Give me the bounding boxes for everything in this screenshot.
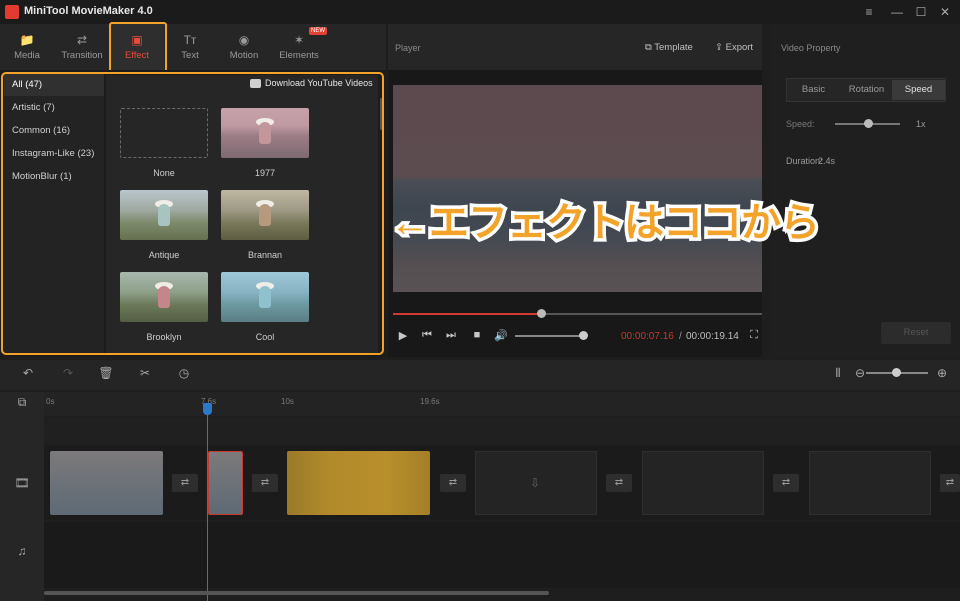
new-badge: NEW <box>309 27 327 35</box>
tab-basic[interactable]: Basic <box>787 80 840 100</box>
speed-value: 1x <box>916 119 926 129</box>
tool-transition[interactable]: ⇄ Transition <box>55 24 109 70</box>
reset-button[interactable]: Reset <box>881 322 951 344</box>
export-label: Export <box>725 42 754 53</box>
close-button[interactable]: ✕ <box>936 3 954 21</box>
volume-handle[interactable] <box>579 331 588 340</box>
export-icon: ⇪ <box>715 42 726 53</box>
text-icon: Tт <box>183 33 197 47</box>
ruler-tick: 19.6s <box>420 397 440 406</box>
tool-media[interactable]: 📁 Media <box>0 24 54 70</box>
transition-slot[interactable]: ⇄ <box>172 474 198 492</box>
transition-icon: ⇄ <box>76 33 88 47</box>
empty-clip-slot[interactable] <box>642 451 764 515</box>
timeline-scrollbar[interactable] <box>44 591 549 595</box>
stop-icon[interactable]: ■ <box>470 329 484 341</box>
previous-frame-icon[interactable]: ⏮ <box>420 329 434 342</box>
tool-media-label: Media <box>14 50 40 61</box>
tool-motion-label: Motion <box>229 50 259 61</box>
timeline-clip[interactable] <box>50 451 163 515</box>
fullscreen-icon[interactable]: ⛶ <box>747 329 761 342</box>
elements-icon: ✶ <box>293 33 305 47</box>
play-icon[interactable]: ▶ <box>396 329 410 342</box>
empty-clip-slot[interactable]: ⇩ <box>475 451 597 515</box>
tab-speed[interactable]: Speed <box>892 80 945 100</box>
empty-clip-slot[interactable] <box>809 451 931 515</box>
track-header-column <box>0 392 44 601</box>
speed-label: Speed: <box>786 119 815 129</box>
delete-icon[interactable]: 🗑 <box>98 366 114 380</box>
annotation-text: ←エフェクトはココから <box>387 198 824 249</box>
tool-elements-label: Elements <box>279 50 319 61</box>
transition-slot[interactable]: ⇄ <box>440 474 466 492</box>
zoom-in-icon[interactable]: ⊕ <box>934 366 950 380</box>
template-icon: ⧉ <box>645 42 655 53</box>
motion-icon: ◉ <box>238 33 250 47</box>
tool-motion[interactable]: ◉ Motion <box>217 24 271 70</box>
minimize-button[interactable]: — <box>888 3 906 21</box>
transition-slot[interactable]: ⇄ <box>940 474 960 492</box>
video-track-icon: 🎞 <box>14 476 30 490</box>
undo-icon[interactable]: ↶ <box>20 366 36 380</box>
volume-icon[interactable]: 🔊 <box>494 329 508 342</box>
progress-handle[interactable] <box>536 309 546 318</box>
audio-track <box>44 522 960 588</box>
effect-tab-highlight <box>109 22 167 73</box>
effect-panel-highlight <box>1 72 384 355</box>
ruler-tick: 10s <box>281 397 294 406</box>
volume-slider[interactable] <box>515 335 585 337</box>
time-separator: / <box>679 331 682 342</box>
timeline-clip-selected[interactable] <box>208 451 243 515</box>
progress-fill <box>393 313 541 315</box>
export-button[interactable]: ⇪ Export <box>715 42 753 53</box>
playhead-handle[interactable] <box>203 403 212 415</box>
split-icon[interactable]: ✂ <box>137 366 153 380</box>
app-title: MiniTool MovieMaker 4.0 <box>24 5 153 17</box>
add-track-icon[interactable]: ⧉ <box>14 395 30 410</box>
fit-timeline-icon[interactable]: ⦀ <box>830 366 846 381</box>
menu-icon[interactable]: ≡ <box>860 3 878 21</box>
total-time: 00:00:19.14 <box>686 331 739 342</box>
current-time: 00:00:07.16 <box>621 331 674 342</box>
video-preview <box>393 85 762 292</box>
crop-icon[interactable]: ◷ <box>176 366 192 380</box>
template-label: Template <box>654 42 693 53</box>
app-logo <box>5 5 19 19</box>
playhead-line <box>207 404 208 601</box>
speed-handle[interactable] <box>864 119 873 128</box>
maximize-button[interactable]: ☐ <box>912 3 930 21</box>
folder-icon: 📁 <box>19 33 35 47</box>
next-frame-icon[interactable]: ⏭ <box>444 329 458 342</box>
audio-track-icon: ♫ <box>17 544 27 558</box>
player-title: Player <box>395 43 421 53</box>
add-media-icon: ⇩ <box>530 476 541 490</box>
tool-transition-label: Transition <box>61 50 103 61</box>
video-property-title: Video Property <box>781 43 841 53</box>
zoom-handle[interactable] <box>892 368 901 377</box>
template-button[interactable]: ⧉ Template <box>645 42 693 53</box>
duration-value: 2.4s <box>818 156 836 166</box>
overlay-track <box>44 418 960 444</box>
redo-icon[interactable]: ↷ <box>60 366 76 380</box>
tool-text[interactable]: Tт Text <box>163 24 217 70</box>
tab-rotation[interactable]: Rotation <box>840 80 893 100</box>
transition-slot[interactable]: ⇄ <box>773 474 799 492</box>
transition-slot[interactable]: ⇄ <box>252 474 278 492</box>
ruler-tick: 0s <box>46 397 55 406</box>
transition-slot[interactable]: ⇄ <box>606 474 632 492</box>
timeline-ruler[interactable] <box>44 392 960 416</box>
tool-text-label: Text <box>181 50 199 61</box>
player-header <box>388 24 762 70</box>
timeline-clip[interactable] <box>287 451 430 515</box>
